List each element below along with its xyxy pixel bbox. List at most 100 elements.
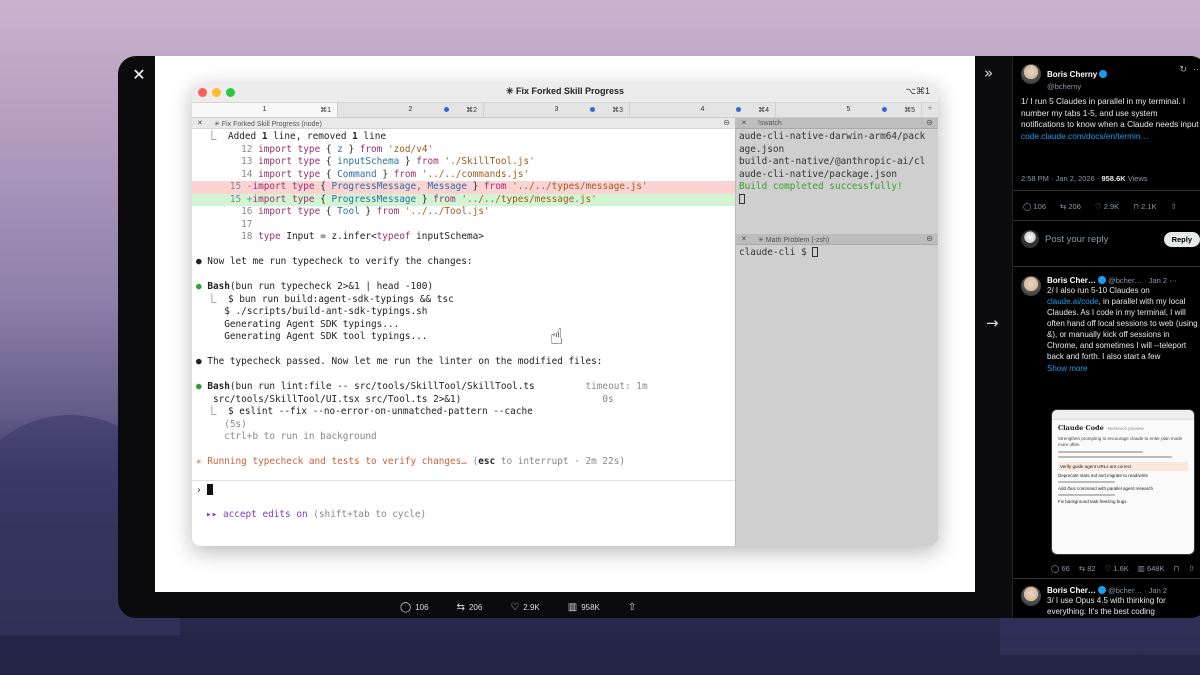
repost-action[interactable]: ⇆ 82 [1079, 564, 1096, 573]
bookmark-icon[interactable]: ⊓ [1174, 564, 1180, 573]
pane-menu-icon[interactable]: ⊖ [926, 234, 933, 243]
tweet2-text: 2/ I also run 5-10 Claudes on claude.ai/… [1047, 286, 1198, 361]
tweet1-meta: 2:58 PM · Jan 2, 2026 · 958.6K Views [1021, 174, 1148, 183]
accept-edits-status: ▸▸ accept edits on (shift+tab to cycle) [206, 509, 427, 520]
running-status: ✳ Running typecheck and tests to verify … [196, 456, 625, 467]
tab-1[interactable]: 1 ⌘1 [192, 103, 338, 117]
verified-icon [1097, 586, 1106, 594]
avatar[interactable] [1021, 276, 1041, 296]
author-name[interactable]: Boris Cher… [1047, 276, 1096, 285]
pane-menu-icon[interactable]: ⊖ [926, 118, 933, 127]
author-name[interactable]: Boris Cher… [1047, 586, 1096, 595]
tweet2[interactable]: Boris Cher… @bcher… · Jan 2 ⋯ 2/ I also … [1021, 276, 1200, 373]
views-count: 958K [581, 602, 600, 612]
views-stat[interactable]: ▥ 958K [568, 602, 600, 613]
embed-browser-bar [1052, 410, 1194, 420]
share-button[interactable]: ⇧ [628, 602, 636, 613]
reply-input[interactable]: Post your reply [1045, 234, 1158, 245]
reply-composer: Post your reply Reply [1021, 230, 1200, 248]
tweet2-image[interactable]: Claude Code Research preview Strengthen p… [1051, 409, 1195, 555]
embed-item: Fix background task freezing bugs [1058, 499, 1127, 504]
more-icon[interactable]: ⋯ [1169, 276, 1177, 285]
tab-shortcut: ⌘2 [466, 107, 477, 114]
tweet-sidebar: Boris Cherny @bcherny ↻ ⋯ 1/ I run 5 Cla… [1012, 56, 1200, 618]
diff-line: 13 import type { inputSchema } from './S… [192, 156, 735, 169]
tweet3-text: 3/ I use Opus 4.5 with thinking for ever… [1047, 596, 1166, 616]
tweet-date: · Jan 2 [1144, 586, 1168, 595]
pane-title: ✳ Math Problem (-zsh) [758, 237, 830, 244]
prompt-input[interactable]: › [192, 482, 214, 496]
heart-icon: ♡ [510, 601, 520, 613]
line-number: 18 [241, 231, 253, 242]
verified-icon [1097, 276, 1106, 284]
diff-block: 12 import type { z } from 'zod/v4' 13 im… [192, 144, 735, 244]
like-action[interactable]: ♡ 2.9K [1095, 202, 1119, 211]
tab-3[interactable]: 3 ⌘3 [484, 103, 630, 117]
reply-button[interactable]: Reply [1163, 231, 1200, 247]
terminal-output: ⎿ Added 1 line, removed 1 line 12 import… [192, 129, 735, 469]
input-divider [192, 480, 735, 481]
close-pane-icon[interactable]: ✕ [741, 235, 747, 243]
views-action[interactable]: ▥ 648K [1138, 564, 1165, 573]
close-pane-icon[interactable]: ✕ [197, 119, 203, 127]
repost-action[interactable]: ⇆ 206 [1060, 202, 1081, 211]
close-pane-icon[interactable]: ✕ [741, 119, 747, 127]
likes-stat[interactable]: ♡ 2.9K [510, 602, 539, 613]
avatar[interactable] [1021, 586, 1041, 606]
code-text: import type { inputSchema } from './Skil… [258, 156, 535, 167]
new-tab-button[interactable]: + [922, 103, 938, 117]
code-text: import type { z } from 'zod/v4' [258, 143, 434, 155]
tweet3[interactable]: Boris Cher… @bcher… · Jan 2 3/ I use Opu… [1021, 586, 1200, 617]
diff-line: 17 [192, 219, 735, 232]
pane-menu-icon[interactable]: ⊖ [723, 118, 730, 127]
reposts-stat[interactable]: ⇆ 206 [457, 602, 483, 613]
next-arrow-icon[interactable]: → [986, 314, 999, 332]
author-handle[interactable]: @bcherny [1047, 82, 1173, 91]
share-icon[interactable]: ⇧ [1188, 564, 1194, 573]
bash-output-line: $ ./scripts/build-ant-sdk-typings.sh [207, 306, 428, 317]
shell-prompt[interactable]: claude-cli $ [736, 245, 938, 262]
reply-action[interactable]: ◯ 106 [1023, 202, 1046, 211]
tweet-link[interactable]: code.claude.com/docs/en/termin… [1021, 131, 1149, 141]
bookmark-action[interactable]: ⊓ 2.1K [1133, 202, 1156, 211]
text-cursor [207, 484, 214, 495]
show-more-link[interactable]: Show more [1047, 364, 1200, 373]
window-title: ✳ Fix Forked Skill Progress [505, 86, 625, 96]
share-icon[interactable]: ⇧ [1171, 202, 1177, 211]
own-avatar [1021, 230, 1039, 248]
divider [1013, 220, 1200, 221]
repost-icon: ⇆ [456, 601, 465, 613]
embed-line [1058, 451, 1144, 453]
pane-header: ✕ !swatch ⊖ [736, 118, 938, 129]
tweet-link[interactable]: claude.ai/code [1047, 297, 1099, 306]
avatar[interactable] [1021, 64, 1041, 84]
close-icon[interactable]: ✕ [128, 64, 150, 86]
divider [1013, 190, 1200, 191]
right-pane[interactable]: ✕ !swatch ⊖ aude-cli-native-darwin-arm64… [735, 118, 938, 546]
tab-number: 3 [554, 106, 559, 113]
more-icon[interactable]: ⋯ [1193, 64, 1200, 91]
author-name[interactable]: Boris Cherny [1047, 70, 1097, 79]
tab-5[interactable]: 5 ⌘5 [776, 103, 922, 117]
like-action[interactable]: ♡ 1.6K [1105, 564, 1129, 573]
left-pane[interactable]: ✕ ✳ Fix Forked Skill Progress (node) ⊖ ⎿… [192, 118, 735, 546]
tab-4[interactable]: 4 ⌘4 [630, 103, 776, 117]
grok-icon[interactable]: ↻ [1179, 64, 1187, 91]
views-icon: ▥ [567, 601, 578, 613]
tab-2[interactable]: 2 ⌘2 [338, 103, 484, 117]
hand-pointer-icon: ☝ [550, 325, 564, 350]
line-number: 16 [241, 206, 253, 217]
code-text: type Input = z.infer<typeof inputSchema> [258, 231, 484, 242]
math-problem-pane[interactable]: ✕ ✳ Math Problem (-zsh) ⊖ claude-cli $ [736, 234, 938, 262]
replies-stat[interactable]: ◯ 106 [400, 602, 429, 613]
text-cursor [812, 247, 819, 257]
collapse-sidebar-icon[interactable]: » [984, 64, 993, 82]
slide-canvas: ✳ Fix Forked Skill Progress ⌥⌘1 1 ⌘1 2 ⌘… [155, 56, 975, 592]
reply-action[interactable]: ◯ 66 [1051, 564, 1070, 573]
build-output: aude-cli-native-darwin-arm64/pack age.jso… [736, 129, 938, 208]
tab-number: 4 [700, 106, 705, 113]
